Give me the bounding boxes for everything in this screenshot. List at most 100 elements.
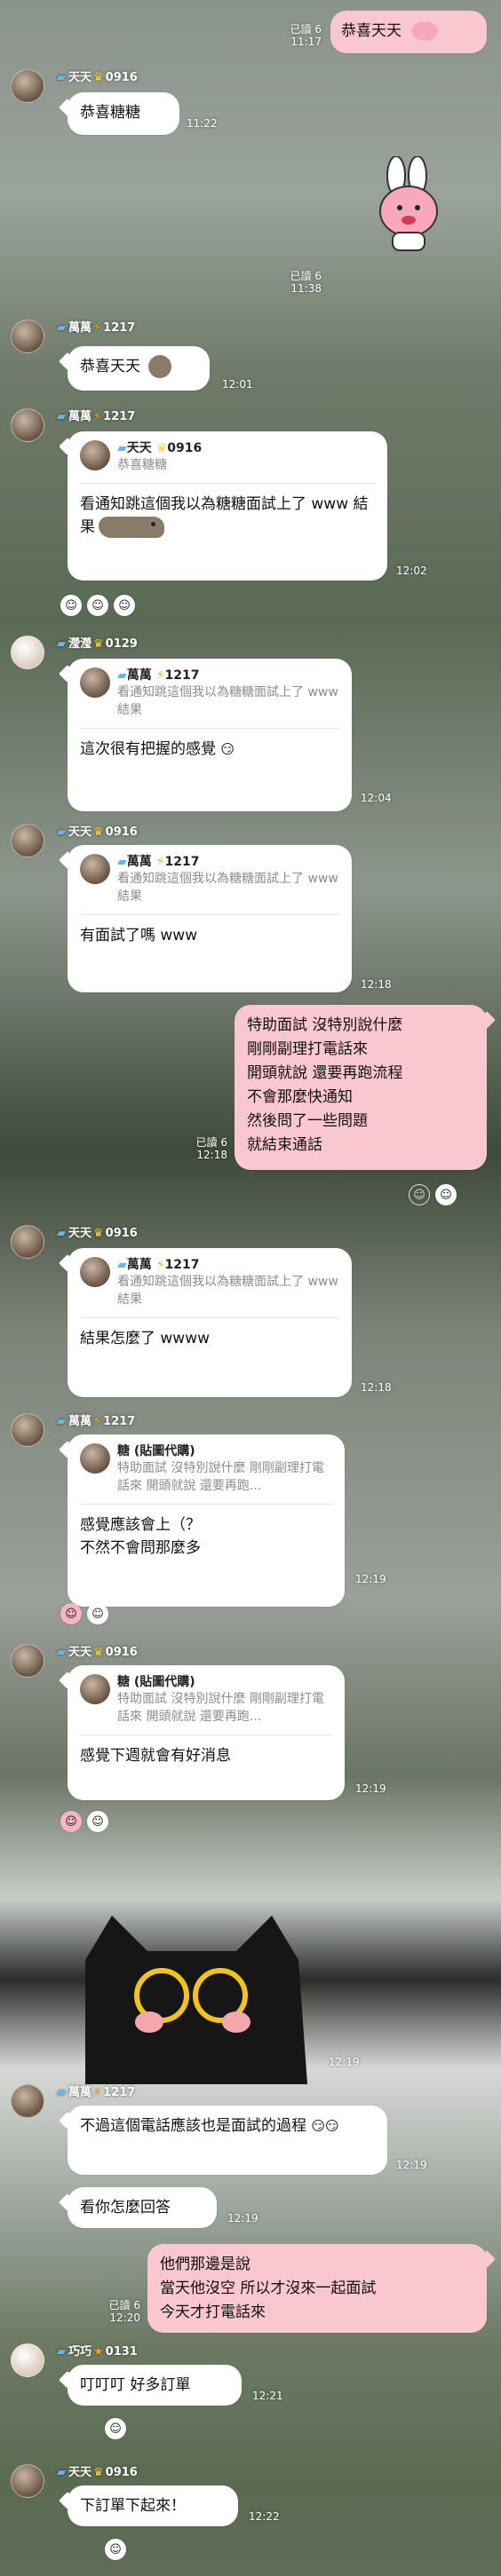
message-text: 不過這個電話應該也是面試的過程 [80,2117,306,2135]
message-time: 12:02 [396,565,427,577]
message-bubble[interactable]: 糖 (貼圖代購) 特助面試 沒特別說什麼 剛剛副理打電話來 開頭就說 還要再跑.… [59,1434,345,1607]
message-text: 感覺應該會上（？ 不然不會問那麼多 [80,1516,201,1557]
read-receipt: 已讀 6 12:20 [108,2299,140,2324]
avatar[interactable] [11,2343,44,2377]
message-time: 12:19 [355,1573,386,1585]
message-bubble[interactable]: 恭喜天天 [59,346,210,391]
sticker-icon [99,517,164,538]
add-reaction-icon[interactable]: ☺ [87,1811,108,1832]
reaction-icon: ☺ [87,595,108,616]
message-bubble[interactable]: 恭喜糖糖 [59,92,179,135]
message-bubble[interactable]: ▰天天 ♛0916 恭喜糖糖 看通知跳這個我以為糖糖面試上了 www 結果 [59,431,387,581]
reaction-icon: ☺ [60,595,82,616]
smile-reaction-icon[interactable]: ☺ [435,1184,457,1205]
reaction-row[interactable]: ☺ [105,2539,126,2560]
avatar [80,1674,110,1704]
message-text: 今天才打電話來 [160,2303,266,2321]
add-reaction-icon[interactable]: ☺ [105,2539,126,2560]
avatar[interactable] [11,824,44,857]
message-text: 恭喜天天 [80,358,140,375]
avatar[interactable] [11,1644,44,1678]
reaction-row[interactable]: ☺ ☺ [409,1184,457,1205]
flag-icon: ▰ [57,2086,66,2099]
message-text: 看你怎麼回答 [80,2199,171,2216]
sender-name: ▰ 萬萬 ⚡ 1217 [57,410,136,423]
avatar[interactable] [11,1413,44,1447]
add-reaction-icon[interactable]: ☺ [87,1603,108,1624]
sticker-icon [411,21,439,41]
flag-icon: ▰ [57,1227,66,1240]
quoted-message[interactable]: ▰天天 ♛0916 恭喜糖糖 [80,440,375,484]
crown-icon: ♛ [93,2466,104,2479]
message-bubble[interactable]: 叮叮叮 好多訂單 [59,2365,242,2406]
bunny-sticker-icon[interactable] [366,156,451,254]
avatar [80,854,110,884]
avatar [80,668,110,698]
message-time: 12:19 [329,2056,360,2068]
quoted-message[interactable]: ▰萬萬 ⚡1217 看通知跳這個我以為糖糖面試上了 www 結果 [80,668,339,729]
avatar[interactable] [11,2084,44,2118]
message-text: 就結束通話 [247,1136,322,1154]
message-text: 剛剛副理打電話來 [247,1040,368,1058]
message-time: 11:22 [187,117,218,130]
message-time: 12:18 [361,1381,392,1394]
reaction-icon: ☺ [114,595,135,616]
avatar [80,440,110,470]
message-bubble[interactable]: ▰萬萬 ⚡1217 看通知跳這個我以為糖糖面試上了 www 結果 結果怎麼了 w… [59,1248,352,1397]
message-time: 12:04 [361,792,392,804]
bolt-icon: ⚡ [93,321,102,335]
flag-icon: ▰ [57,826,66,839]
sticker-icon [148,355,172,378]
sender-name: ▰ 天天 ♛ 0916 [57,1646,138,1659]
black-cat-sticker-icon[interactable] [68,1907,320,2084]
message-time: 12:22 [249,2510,280,2523]
avatar[interactable] [11,69,44,103]
sender-name: ▰ 瀅瀅 ♛ 0129 [57,637,138,651]
smile-reaction-icon[interactable]: ☺ [60,1603,82,1624]
quoted-message[interactable]: 糖 (貼圖代購) 特助面試 沒特別說什麼 剛剛副理打電話來 開頭就說 還要再跑.… [80,1443,332,1505]
message-bubble[interactable]: 看你怎麼回答 [59,2187,217,2228]
message-bubble[interactable]: 下訂單下起來！ [59,2485,238,2526]
crown-icon: ♛ [93,71,104,84]
flag-icon: ▰ [57,410,66,423]
avatar [80,1443,110,1474]
message-bubble[interactable]: 糖 (貼圖代購) 特助面試 沒特別說什麼 剛剛副理打電話來 開頭就說 還要再跑.… [59,1665,345,1800]
message-text: 叮叮叮 好多訂單 [80,2376,191,2394]
reaction-row[interactable]: ☺ [105,2418,126,2439]
add-reaction-icon[interactable]: ☺ [105,2418,126,2439]
reaction-row[interactable]: ☺ ☺ ☺ [60,595,135,616]
sender-name: ▰ 萬萬 ⚡ 1217 [57,1415,136,1428]
message-bubble[interactable]: ▰萬萬 ⚡1217 看通知跳這個我以為糖糖面試上了 www 結果 這次很有把握的… [59,659,352,811]
reaction-row[interactable]: ☺ ☺ [60,1603,108,1624]
message-bubble[interactable]: ▰萬萬 ⚡1217 看通知跳這個我以為糖糖面試上了 www 結果 有面試了嗎 w… [59,845,352,992]
quoted-message[interactable]: ▰萬萬 ⚡1217 看通知跳這個我以為糖糖面試上了 www 結果 [80,854,339,915]
sender-name: ▰ 巧巧 ★ 0131 [57,2345,138,2359]
message-text: 不會那麼快通知 [247,1088,353,1106]
star-icon: ★ [93,2345,104,2359]
read-receipt: 已讀 6 11:17 [290,23,322,48]
message-time: 12:19 [355,1782,386,1795]
avatar[interactable] [11,320,44,353]
message-text: 感覺下週就會有好消息 [80,1747,231,1765]
chat-stage: 已讀 6 11:17 恭喜天天 ▰ 天天 ♛ 0916 恭喜糖糖 11:22 已讀 61… [0,0,501,2576]
avatar[interactable] [11,636,44,669]
message-time: 12:21 [252,2390,283,2402]
flag-icon: ▰ [57,1646,66,1659]
flag-icon: ▰ [57,637,66,651]
sender-name: ▰ 天天 ♛ 0916 [57,71,138,84]
message-bubble[interactable]: 恭喜天天 [330,11,487,53]
add-reaction-icon[interactable]: ☺ [409,1184,430,1205]
quoted-message[interactable]: 糖 (貼圖代購) 特助面試 沒特別說什麼 剛剛副理打電話來 開頭就說 還要再跑.… [80,1674,332,1735]
smile-reaction-icon[interactable]: ☺ [60,1811,82,1832]
sender-name: ▰ 萬萬 ⚡ 1217 [57,321,136,335]
message-bubble[interactable]: 不過這個電話應該也是面試的過程 😏😏 [59,2106,387,2175]
avatar[interactable] [11,1225,44,1259]
message-bubble[interactable]: 特助面試 沒特別說什麼 剛剛副理打電話來 開頭就說 還要再跑流程 不會那麼快通知… [235,1005,496,1170]
message-bubble[interactable]: 他們那邊是說 當天他沒空 所以才沒來一起面試 今天才打電話來 [147,2244,496,2333]
message-time: 12:19 [227,2212,258,2224]
message-text: 恭喜天天 [341,22,402,40]
quoted-message[interactable]: ▰萬萬 ⚡1217 看通知跳這個我以為糖糖面試上了 www 結果 [80,1257,339,1318]
reaction-row[interactable]: ☺ ☺ [60,1811,108,1832]
avatar[interactable] [11,408,44,442]
avatar[interactable] [11,2464,44,2498]
